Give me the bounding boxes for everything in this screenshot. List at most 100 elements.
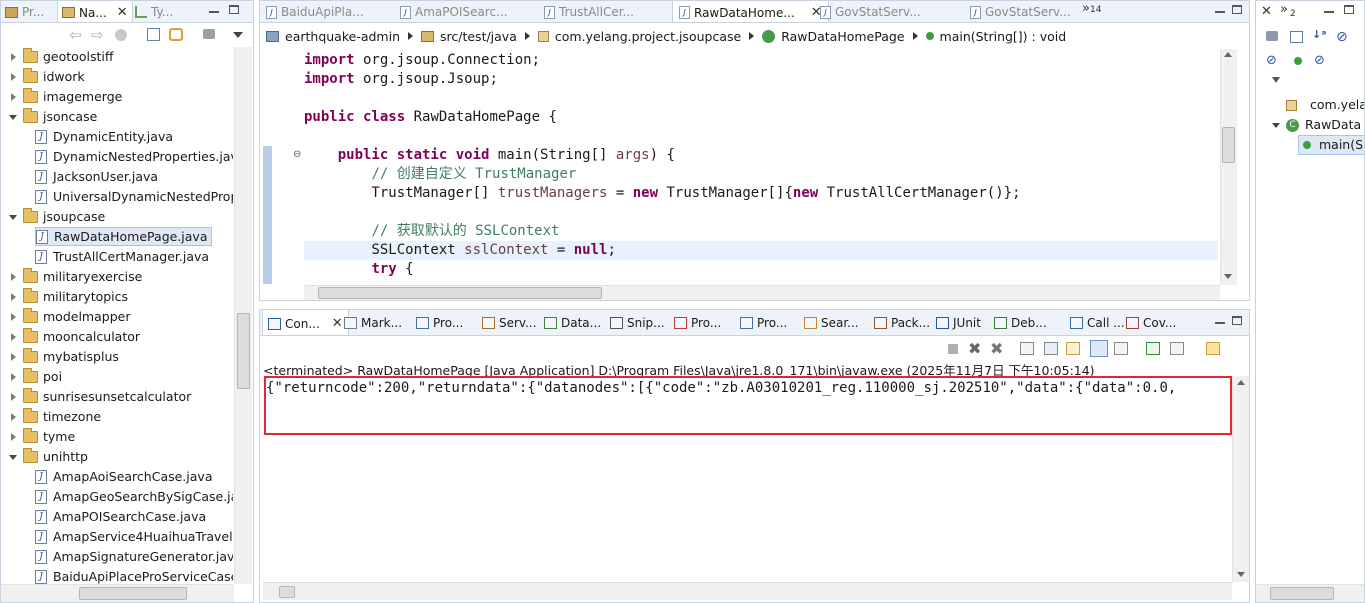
outline-maximize-button[interactable]	[1344, 5, 1354, 14]
hide-nonpublic-icon[interactable]: ⊘	[1336, 29, 1348, 45]
tree-file[interactable]: J UniversalDynamicNestedPrope	[35, 187, 233, 207]
outline-horizontal-scrollbar[interactable]	[1256, 584, 1364, 602]
link-with-editor-icon[interactable]	[169, 28, 183, 41]
hide-static-icon[interactable]	[1290, 31, 1303, 43]
outline-item-method[interactable]: main(S	[1298, 135, 1364, 155]
bottom-tab[interactable]: Cov...	[1126, 310, 1176, 335]
tree-file[interactable]: J DynamicEntity.java	[35, 127, 173, 147]
clear-console-icon[interactable]	[1020, 342, 1034, 355]
show-on-output-icon[interactable]	[1090, 340, 1108, 357]
green-dot-icon[interactable]	[1294, 57, 1302, 65]
overflow-chevron-icon[interactable]: »	[1280, 2, 1288, 17]
scroll-down-icon[interactable]	[1237, 572, 1245, 577]
close-icon[interactable]: ✕	[332, 311, 343, 336]
tree-file[interactable]: J AmapAoiSearchCase.java	[35, 467, 212, 487]
bottom-tab[interactable]: Pack...	[874, 310, 930, 335]
bottom-tab[interactable]: Mark...	[344, 310, 402, 335]
tree-folder[interactable]: idwork	[9, 67, 85, 87]
tab-navigator[interactable]: Na... ✕	[57, 1, 133, 22]
maximize-button[interactable]	[229, 5, 239, 14]
expanded-icon[interactable]	[9, 454, 17, 460]
tree-file[interactable]: J AmapGeoSearchBySigCase.jav	[35, 487, 233, 507]
tree-folder[interactable]: militarytopics	[9, 287, 128, 307]
scroll-up-icon[interactable]	[1224, 52, 1232, 57]
breadcrumb-item[interactable]: earthquake-admin	[285, 29, 400, 44]
tree-folder[interactable]: mooncalculator	[9, 327, 140, 347]
tree-file[interactable]: J RawDataHomePage.java	[35, 227, 213, 246]
tree-folder[interactable]: timezone	[9, 407, 101, 427]
word-wrap-icon[interactable]	[1066, 342, 1080, 355]
editor-vertical-scrollbar[interactable]	[1220, 49, 1237, 285]
tree-vertical-scrollbar[interactable]	[234, 47, 252, 584]
tree-folder[interactable]: imagemerge	[9, 87, 122, 107]
hide-fields-icon[interactable]	[1266, 31, 1278, 41]
bottom-tab[interactable]: Con... ✕	[262, 310, 349, 336]
editor-tab[interactable]: J RawDataHome... ✕	[672, 1, 829, 22]
tree-file[interactable]: J AmapSignatureGenerator.java	[35, 547, 233, 567]
tree-folder[interactable]: poi	[9, 367, 62, 387]
console-horizontal-scrollbar[interactable]	[263, 582, 1232, 600]
tree-folder[interactable]: modelmapper	[9, 307, 130, 327]
sort-icon[interactable]: ↓ᵃ	[1312, 28, 1326, 41]
tree-folder[interactable]: unihttp	[9, 447, 88, 467]
tree-folder[interactable]: jsoupcase	[9, 207, 105, 227]
view-menu-icon[interactable]	[1272, 77, 1280, 83]
tree-file[interactable]: J AmapService4HuaihuaTravelCa	[35, 527, 233, 547]
view-menu-icon[interactable]	[233, 32, 243, 38]
open-console-icon[interactable]	[1146, 342, 1160, 355]
forward-icon[interactable]: ⇨	[91, 26, 104, 44]
console-minimize-button[interactable]	[1215, 322, 1225, 326]
collapsed-icon[interactable]	[11, 313, 16, 321]
bottom-tab[interactable]: JUnit	[936, 310, 981, 335]
bottom-tab[interactable]: Pro...	[416, 310, 463, 335]
bottom-tab[interactable]: Sear...	[804, 310, 859, 335]
up-icon[interactable]	[115, 29, 127, 41]
bottom-tab[interactable]: Pro...	[740, 310, 787, 335]
expanded-icon[interactable]	[9, 214, 17, 220]
collapsed-icon[interactable]	[11, 353, 16, 361]
tree-file[interactable]: J JacksonUser.java	[35, 167, 158, 187]
tree-scroll-thumb[interactable]	[237, 313, 250, 389]
filter-icon[interactable]: ⊘	[1314, 53, 1325, 68]
filter-icon[interactable]	[203, 29, 215, 39]
collapsed-icon[interactable]	[11, 53, 16, 61]
pin-console-icon[interactable]	[1114, 342, 1128, 355]
outline-minimize-button[interactable]	[1324, 11, 1334, 15]
outline-hscroll-thumb[interactable]	[1270, 587, 1334, 600]
remove-all-icon[interactable]: ✖	[990, 339, 1003, 358]
scroll-lock-icon[interactable]	[1044, 342, 1058, 355]
terminate-icon[interactable]	[948, 344, 958, 354]
expand-icon[interactable]	[1272, 122, 1280, 128]
remove-launch-icon[interactable]: ✖	[968, 339, 981, 358]
tree-folder[interactable]: sunrisesunsetcalculator	[9, 387, 191, 407]
scroll-up-icon[interactable]	[1237, 380, 1245, 385]
scroll-down-icon[interactable]	[1224, 274, 1232, 279]
tree-folder[interactable]: jsoncase	[9, 107, 97, 127]
breadcrumb-item[interactable]: main(String[]) : void	[940, 29, 1067, 44]
breadcrumb-item[interactable]: RawDataHomePage	[781, 29, 904, 44]
editor-tab[interactable]: J GovStatServ...	[820, 1, 921, 22]
collapsed-icon[interactable]	[11, 93, 16, 101]
editor-horizontal-scrollbar[interactable]	[304, 285, 1220, 300]
minimize-button[interactable]	[209, 11, 219, 15]
display-console-icon[interactable]	[1170, 342, 1184, 355]
collapse-all-icon[interactable]	[147, 28, 160, 41]
outline-item-package[interactable]: com.yela	[1286, 95, 1364, 115]
tree-file[interactable]: J AmaPOISearchCase.java	[35, 507, 206, 527]
editor-tab-overflow[interactable]: »14	[1082, 1, 1101, 16]
console-maximize-button[interactable]	[1232, 316, 1242, 325]
tree-file[interactable]: J TrustAllCertManager.java	[35, 247, 209, 267]
expanded-icon[interactable]	[9, 114, 17, 120]
bottom-tab[interactable]: Data...	[544, 310, 601, 335]
bottom-tab[interactable]: Pro...	[674, 310, 721, 335]
breadcrumb-item[interactable]: com.yelang.project.jsoupcase	[555, 29, 741, 44]
bottom-tab[interactable]: Call ...	[1070, 310, 1125, 335]
bottom-tab[interactable]: Deb...	[994, 310, 1047, 335]
collapsed-icon[interactable]	[11, 293, 16, 301]
collapsed-icon[interactable]	[11, 73, 16, 81]
tree-folder[interactable]: tyme	[9, 427, 75, 447]
collapsed-icon[interactable]	[11, 393, 16, 401]
bottom-tab[interactable]: Serv...	[482, 310, 537, 335]
tree-horizontal-scrollbar[interactable]	[1, 584, 234, 602]
editor-tab[interactable]: J TrustAllCer...	[544, 1, 634, 22]
